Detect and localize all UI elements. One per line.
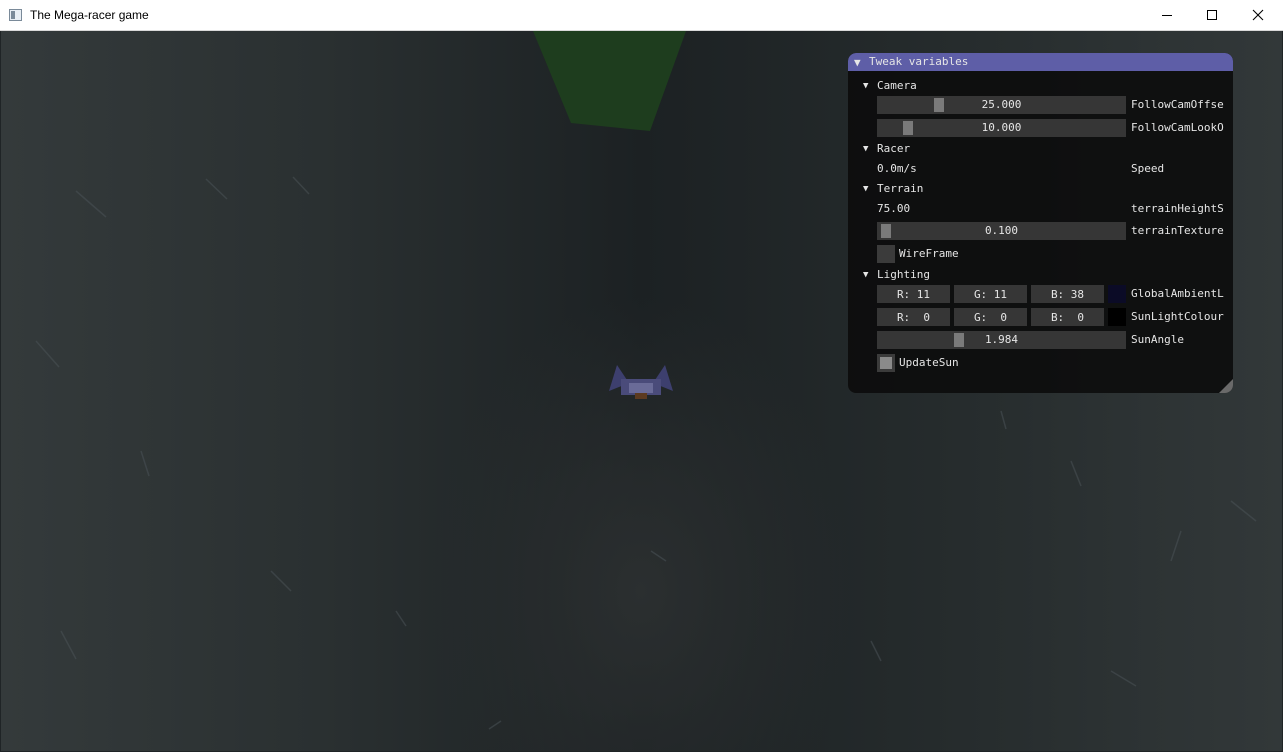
global-ambient-label: GlobalAmbientL [1131,287,1224,300]
wireframe-checkbox[interactable] [877,245,895,263]
app-icon [9,9,22,21]
racer-car [609,365,673,399]
r-value: R: 0 [896,310,931,324]
maximize-button[interactable] [1189,0,1235,30]
terrain-height-value: 75.00 [877,202,911,215]
close-button[interactable] [1235,0,1281,30]
resize-grip-icon[interactable] [1219,379,1233,393]
global-ambient-g-field[interactable]: G: 11 [954,285,1027,303]
terrain-collapse-icon[interactable]: ▼ [863,184,868,194]
minimize-icon [1162,15,1172,16]
b-value: B: 0 [1050,310,1085,324]
slider-value: 0.100 [984,224,1019,237]
minimize-button[interactable] [1144,0,1190,30]
terrain-texture-slider[interactable]: 0.100 [877,222,1126,240]
sun-light-r-field[interactable]: R: 0 [877,308,950,326]
follow-cam-look-slider[interactable]: 10.000 [877,119,1126,137]
global-ambient-b-field[interactable]: B: 38 [1031,285,1104,303]
terrain-height-label: terrainHeightS [1131,202,1224,215]
tweak-variables-panel[interactable]: ▼ Tweak variables ▼ Camera 25.000 Follow… [848,53,1233,393]
racer-section-header[interactable]: Racer [877,142,910,155]
global-ambient-color-swatch[interactable] [1108,285,1126,303]
slider-value: 25.000 [981,98,1022,111]
window-title: The Mega-racer game [30,8,149,22]
window-titlebar[interactable]: The Mega-racer game [0,0,1283,31]
maximize-icon [1207,10,1217,20]
g-value: G: 0 [973,310,1008,324]
follow-cam-offset-label: FollowCamOffse [1131,98,1224,111]
terrain-texture-label: terrainTexture [1131,224,1224,237]
b-value: B: 38 [1050,287,1085,301]
collapse-triangle-icon[interactable]: ▼ [854,56,861,69]
terrain-section-header[interactable]: Terrain [877,182,923,195]
g-value: G: 11 [973,287,1008,301]
camera-section-header[interactable]: Camera [877,79,917,92]
panel-title: Tweak variables [869,55,969,68]
follow-cam-offset-slider[interactable]: 25.000 [877,96,1126,114]
speed-label: Speed [1131,162,1165,175]
sun-light-color-swatch[interactable] [1108,308,1126,326]
global-ambient-r-field[interactable]: R: 11 [877,285,950,303]
racer-collapse-icon[interactable]: ▼ [863,144,868,154]
update-sun-checkbox[interactable] [877,354,895,372]
update-sun-label: UpdateSun [899,356,959,369]
close-icon [1252,9,1264,21]
sun-angle-slider[interactable]: 1.984 [877,331,1126,349]
lighting-section-header[interactable]: Lighting [877,268,930,281]
wireframe-label: WireFrame [899,247,959,260]
speed-value: 0.0m/s [877,162,917,175]
sun-light-label: SunLightColour [1131,310,1224,323]
lighting-collapse-icon[interactable]: ▼ [863,270,868,280]
slider-value: 1.984 [984,333,1019,346]
sun-light-g-field[interactable]: G: 0 [954,308,1027,326]
checkmark-icon [880,357,892,369]
r-value: R: 11 [896,287,931,301]
slider-value: 10.000 [981,121,1022,134]
sun-angle-label: SunAngle [1131,333,1184,346]
camera-collapse-icon[interactable]: ▼ [863,81,868,91]
sun-light-b-field[interactable]: B: 0 [1031,308,1104,326]
follow-cam-look-label: FollowCamLookO [1131,121,1224,134]
panel-header[interactable]: ▼ Tweak variables [848,53,1233,71]
